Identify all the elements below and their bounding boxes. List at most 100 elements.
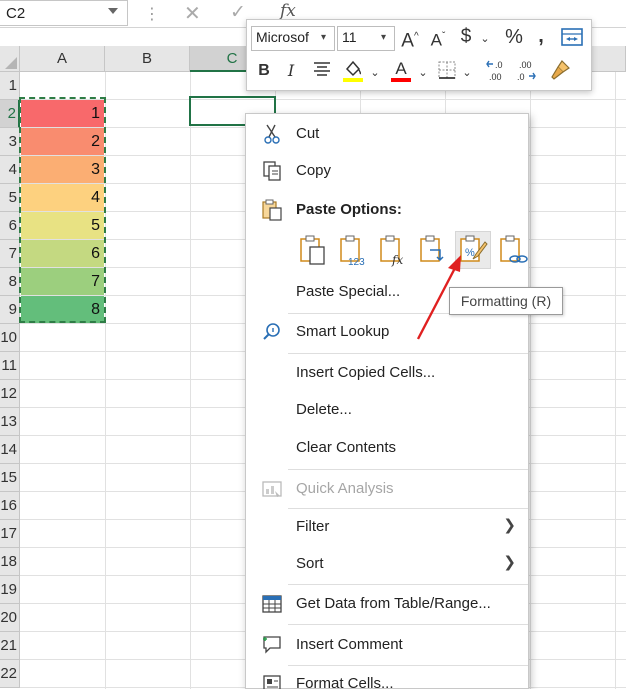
menu-separator — [288, 469, 528, 470]
select-all-button[interactable] — [0, 46, 20, 72]
row-header-20[interactable]: 20 — [0, 604, 20, 632]
fill-color-dropdown-icon[interactable]: ⌄ — [369, 62, 381, 84]
borders-dropdown-icon[interactable]: ⌄ — [461, 62, 473, 84]
gridline — [20, 99, 626, 100]
increase-font-size-icon[interactable]: A^ — [399, 26, 421, 52]
decrease-decimal-icon[interactable]: .00.0 — [515, 58, 541, 91]
percent-style-icon[interactable]: % — [503, 26, 525, 48]
cell-a9[interactable]: 8 — [21, 296, 104, 323]
fill-color-icon[interactable] — [341, 58, 365, 91]
row-header-5[interactable]: 5 — [0, 184, 20, 212]
menu-label-format-cells: Format Cells... — [296, 675, 394, 689]
svg-text:123: 123 — [348, 257, 365, 268]
font-size-value: 11 — [342, 29, 357, 45]
font-color-dropdown-icon[interactable]: ⌄ — [417, 62, 429, 84]
row-header-18[interactable]: 18 — [0, 548, 20, 576]
row-header-11[interactable]: 11 — [0, 352, 20, 380]
font-size-dropdown-icon[interactable]: ▾ — [381, 32, 386, 43]
cell-a5[interactable]: 4 — [21, 184, 104, 211]
menu-item-get-data[interactable]: Get Data from Table/Range... — [246, 586, 528, 622]
menu-separator — [288, 624, 528, 625]
bold-icon[interactable]: B — [255, 60, 273, 82]
row-header-14[interactable]: 14 — [0, 436, 20, 464]
row-header-1[interactable]: 1 — [0, 72, 20, 100]
paste-values-button[interactable]: 123 — [336, 232, 370, 268]
row-header-7[interactable]: 7 — [0, 240, 20, 268]
row-header-6[interactable]: 6 — [0, 212, 20, 240]
font-name-dropdown-icon[interactable]: ▾ — [321, 32, 326, 43]
cell-a3[interactable]: 2 — [21, 128, 104, 155]
menu-item-copy[interactable]: Copy — [246, 153, 528, 189]
menu-label-paste-options: Paste Options: — [296, 201, 402, 218]
align-center-icon[interactable] — [311, 60, 333, 85]
cell-a2[interactable]: 1 — [21, 100, 104, 127]
format-painter-icon[interactable] — [547, 58, 573, 89]
gridline — [190, 72, 191, 689]
accounting-format-icon[interactable]: $ — [457, 26, 475, 48]
insert-function-button[interactable]: fx — [280, 1, 296, 21]
menu-item-insert-comment[interactable]: Insert Comment — [246, 627, 528, 663]
accounting-dropdown-icon[interactable]: ⌄ — [479, 28, 491, 50]
paste-link-button[interactable] — [496, 232, 530, 268]
paste-button[interactable] — [296, 232, 330, 268]
menu-label-smart-lookup: Smart Lookup — [296, 323, 390, 340]
format-cells-icon — [260, 672, 286, 689]
row-header-16[interactable]: 16 — [0, 492, 20, 520]
gridline — [615, 72, 616, 689]
row-header-9[interactable]: 9 — [0, 296, 20, 324]
font-name-value: Microsof — [256, 29, 309, 45]
paste-transpose-button[interactable] — [416, 232, 450, 268]
row-header-15[interactable]: 15 — [0, 464, 20, 492]
cancel-entry-icon[interactable]: ✕ — [184, 1, 201, 26]
row-header-2[interactable]: 2 — [0, 100, 20, 128]
menu-item-delete[interactable]: Delete... — [246, 392, 528, 428]
column-header-b[interactable]: B — [105, 46, 190, 72]
menu-label-quick-analysis: Quick Analysis — [296, 480, 394, 497]
gridline — [530, 72, 531, 689]
submenu-chevron-icon: ❯ — [503, 517, 516, 534]
increase-decimal-icon[interactable]: .0.00 — [485, 58, 511, 91]
italic-icon[interactable]: I — [283, 60, 299, 82]
menu-item-format-cells[interactable]: Format Cells... — [246, 666, 528, 689]
formula-bar-grip-icon: ⋮ — [144, 6, 160, 23]
menu-item-insert-copied-cells[interactable]: Insert Copied Cells... — [246, 355, 528, 391]
row-header-3[interactable]: 3 — [0, 128, 20, 156]
svg-text:fx: fx — [391, 253, 403, 267]
menu-item-filter[interactable]: Filter ❯ — [246, 509, 528, 545]
menu-label-filter: Filter — [296, 518, 330, 535]
gridline — [105, 72, 106, 689]
font-color-icon[interactable]: A — [389, 58, 413, 91]
menu-label-clear-contents: Clear Contents — [296, 439, 397, 456]
svg-text:.0: .0 — [495, 60, 503, 70]
cell-a6[interactable]: 5 — [21, 212, 104, 239]
row-header-12[interactable]: 12 — [0, 380, 20, 408]
row-header-10[interactable]: 10 — [0, 324, 20, 352]
column-header-a[interactable]: A — [20, 46, 105, 72]
formatting-tooltip: Formatting (R) — [449, 287, 563, 315]
row-header-8[interactable]: 8 — [0, 268, 20, 296]
menu-item-smart-lookup[interactable]: Smart Lookup — [246, 314, 528, 350]
cell-a7[interactable]: 6 — [21, 240, 104, 267]
decrease-font-size-icon[interactable]: Aˇ — [427, 26, 449, 52]
row-header-19[interactable]: 19 — [0, 576, 20, 604]
row-header-17[interactable]: 17 — [0, 520, 20, 548]
paste-formatting-button[interactable]: % — [455, 231, 491, 269]
row-header-4[interactable]: 4 — [0, 156, 20, 184]
cell-a8[interactable]: 7 — [21, 268, 104, 295]
mini-toolbar: Microsof ▾ 11 ▾ A^ Aˇ $ ⌄ % , B I ⌄ A ⌄ … — [246, 19, 592, 91]
row-header-21[interactable]: 21 — [0, 632, 20, 660]
merge-center-icon[interactable] — [559, 26, 585, 55]
row-header-13[interactable]: 13 — [0, 408, 20, 436]
menu-item-clear-contents[interactable]: Clear Contents — [246, 430, 528, 466]
menu-item-sort[interactable]: Sort ❯ — [246, 546, 528, 582]
comma-style-icon[interactable]: , — [533, 25, 549, 47]
menu-item-cut[interactable]: Cut — [246, 116, 528, 152]
name-box-dropdown-icon[interactable] — [108, 8, 118, 14]
menu-label-delete: Delete... — [296, 401, 352, 418]
font-size-select[interactable]: 11 — [337, 26, 395, 51]
confirm-entry-icon[interactable]: ✓ — [230, 1, 246, 24]
paste-formulas-button[interactable]: fx — [376, 232, 410, 268]
row-header-22[interactable]: 22 — [0, 660, 20, 688]
cell-a4[interactable]: 3 — [21, 156, 104, 183]
borders-icon[interactable] — [435, 60, 459, 87]
